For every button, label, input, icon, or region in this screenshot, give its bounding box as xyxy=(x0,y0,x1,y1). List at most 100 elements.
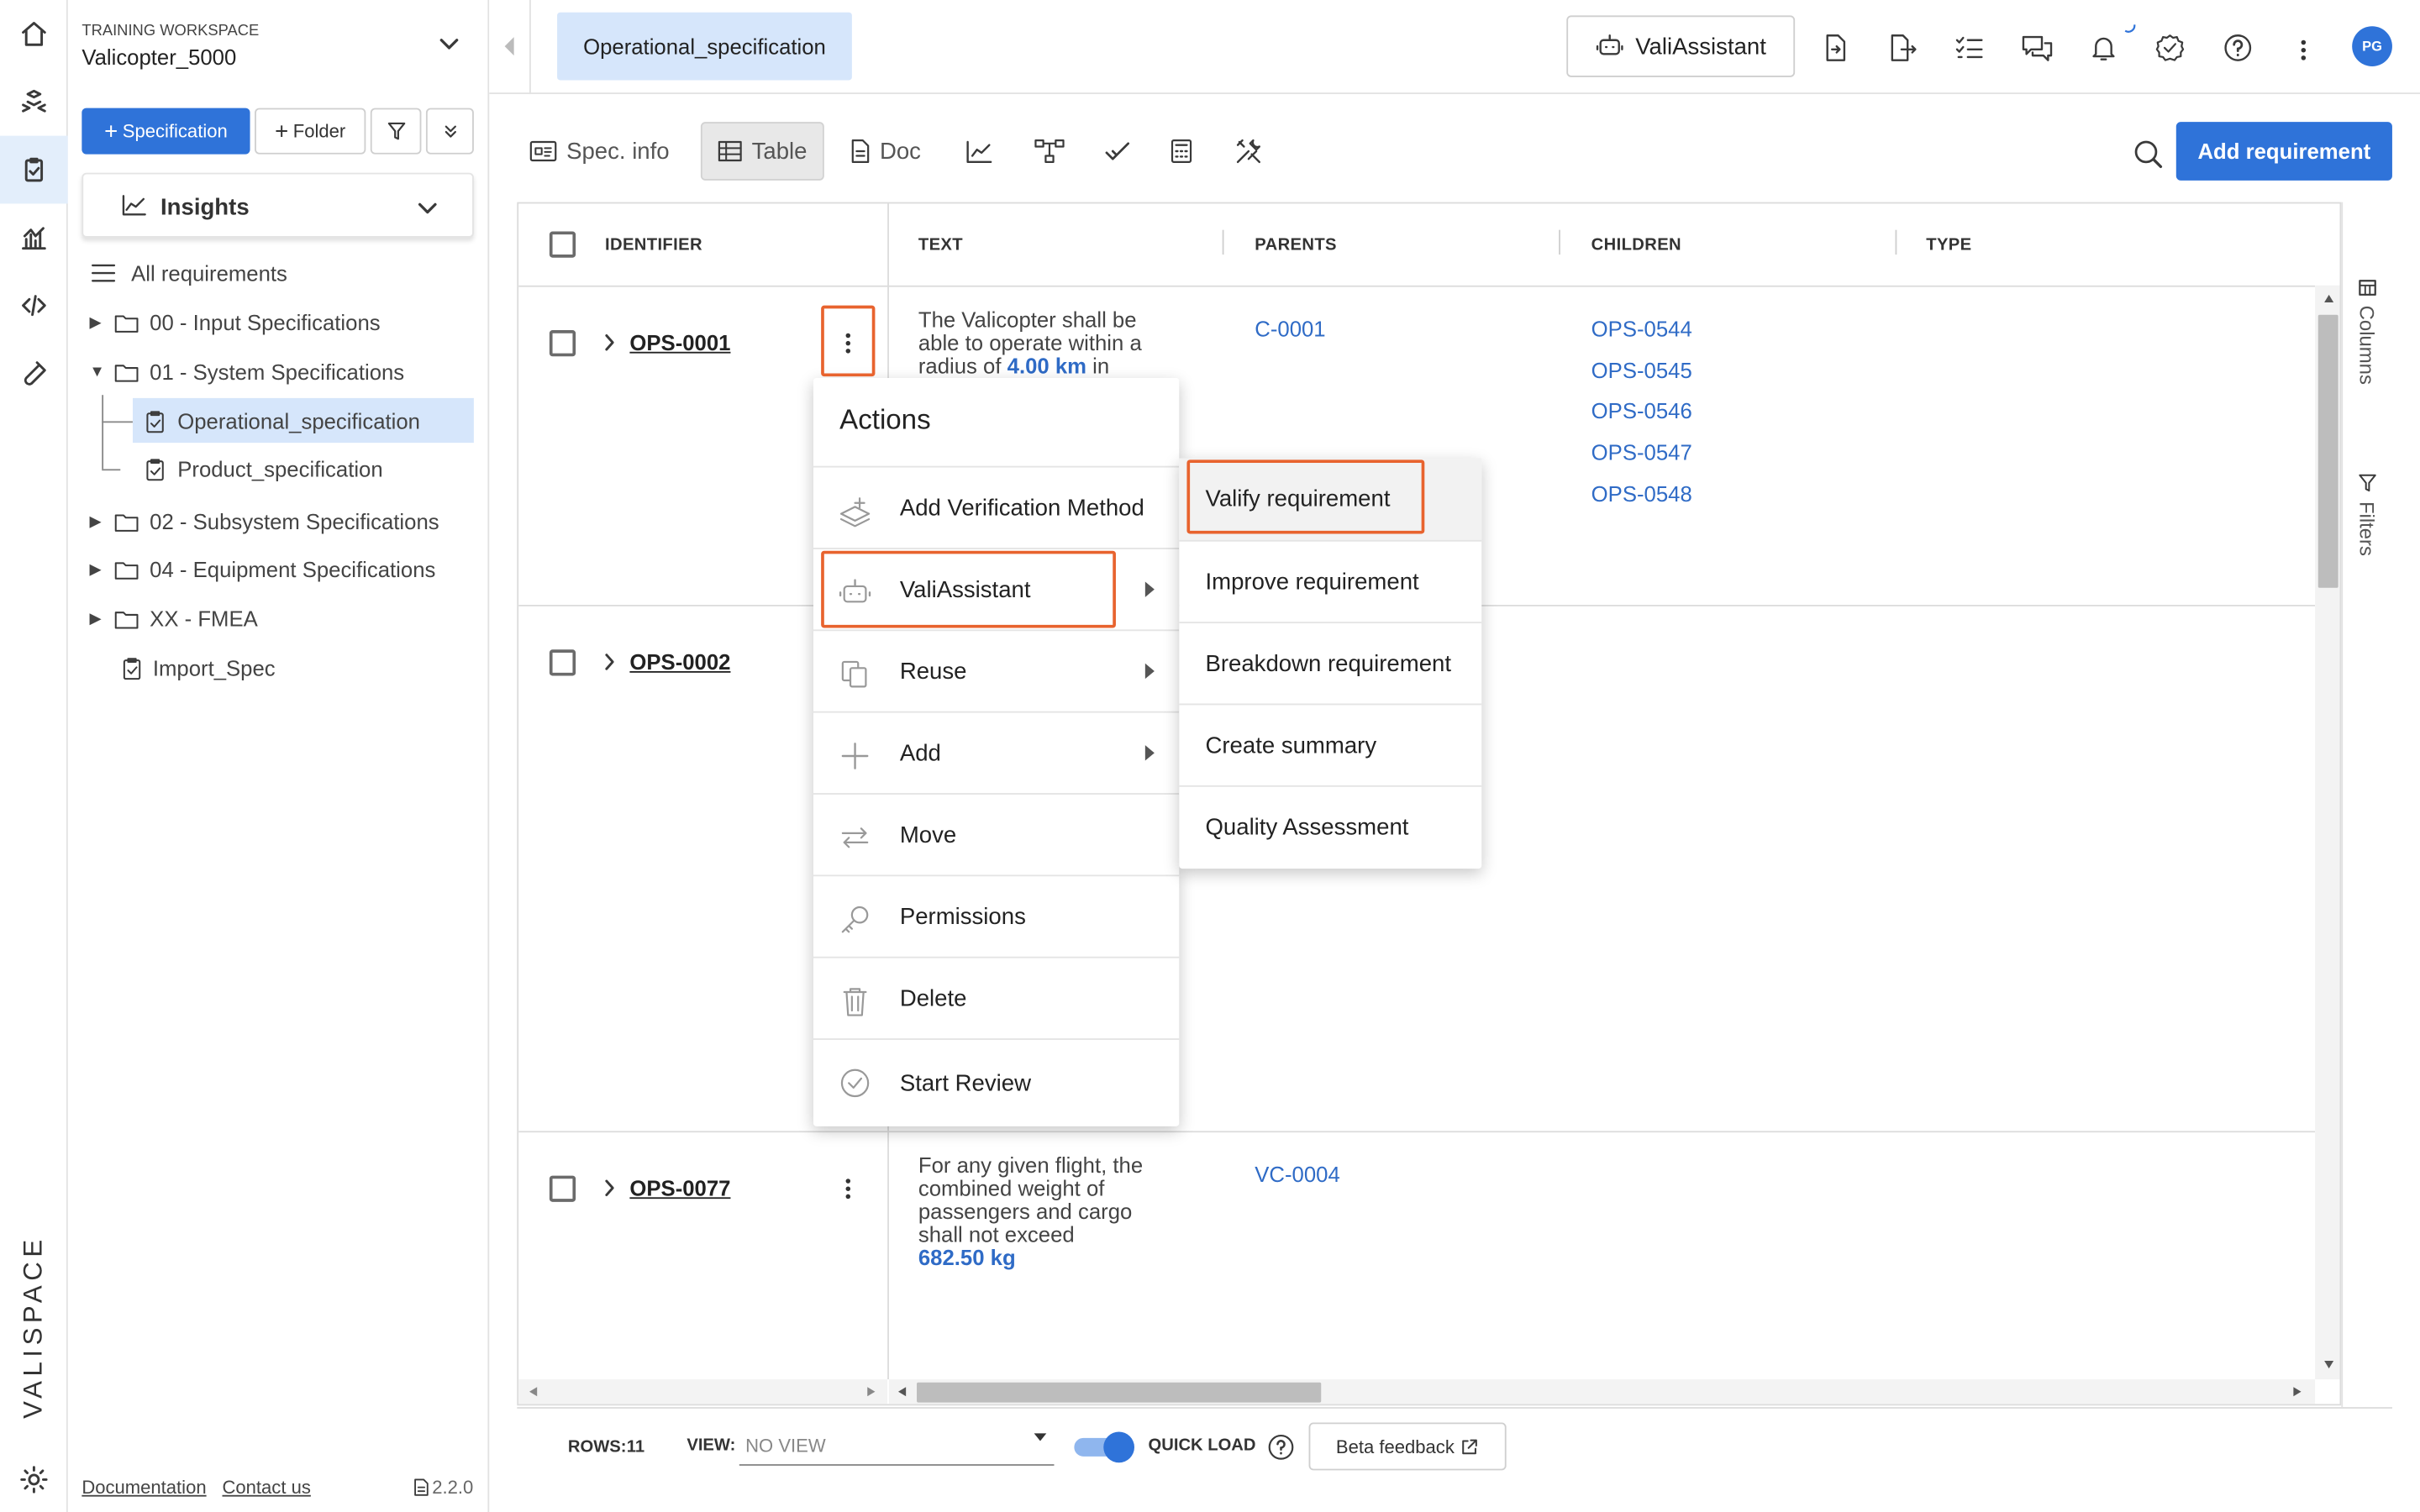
tree-item-all-requirements[interactable]: All requirements xyxy=(91,251,287,294)
menu-item-delete[interactable]: Delete xyxy=(813,956,1180,1038)
notifications-bell-icon[interactable] xyxy=(2088,33,2119,64)
columns-tab[interactable]: Columns xyxy=(2355,306,2379,385)
menu-item-move[interactable]: Move xyxy=(813,793,1180,874)
code-icon[interactable] xyxy=(0,271,68,339)
requirements-icon[interactable] xyxy=(0,135,68,204)
menu-item-permissions[interactable]: Permissions xyxy=(813,874,1180,956)
analytics-icon[interactable] xyxy=(0,203,68,271)
menu-item-start-review[interactable]: Start Review xyxy=(813,1038,1180,1126)
child-link[interactable]: OPS-0546 xyxy=(1591,398,1692,423)
spec-info-button[interactable]: Spec. info xyxy=(529,122,670,181)
expand-row-chevron-icon[interactable] xyxy=(603,1179,616,1197)
tree-item-product-specification[interactable]: Product_specification xyxy=(145,448,383,491)
horizontal-scroll-thumb[interactable] xyxy=(917,1382,1322,1403)
child-link[interactable]: OPS-0547 xyxy=(1591,439,1692,464)
components-icon[interactable] xyxy=(0,68,68,136)
add-folder-button[interactable]: + Folder xyxy=(255,108,366,155)
column-header-identifier[interactable]: IDENTIFIER xyxy=(605,236,702,255)
checklist-icon[interactable] xyxy=(1954,33,1985,64)
horizontal-scrollbar-left[interactable] xyxy=(518,1379,888,1404)
chevron-down-icon[interactable] xyxy=(439,37,460,52)
calculator-icon[interactable] xyxy=(1170,122,1193,181)
expand-caret-icon[interactable]: ▶ xyxy=(90,561,105,578)
import-file-icon[interactable] xyxy=(1820,33,1851,64)
column-header-parents[interactable]: PARENTS xyxy=(1255,236,1337,255)
insights-dropdown[interactable]: Insights xyxy=(82,172,474,238)
expand-caret-icon[interactable]: ▶ xyxy=(90,513,105,530)
select-all-checkbox[interactable] xyxy=(549,231,576,258)
expand-caret-icon[interactable]: ▶ xyxy=(90,610,105,627)
requirement-id-link[interactable]: OPS-0077 xyxy=(629,1176,730,1200)
row-actions-kebab-icon[interactable] xyxy=(845,1176,852,1202)
menu-item-add[interactable]: Add xyxy=(813,711,1180,793)
expand-row-chevron-icon[interactable] xyxy=(603,653,616,671)
tree-item-equipment-specifications[interactable]: ▶ 04 - Equipment Specifications xyxy=(90,548,436,591)
expand-row-chevron-icon[interactable] xyxy=(603,333,616,352)
submenu-item-breakdown-requirement[interactable]: Breakdown requirement xyxy=(1179,622,1482,703)
hierarchy-view-icon[interactable] xyxy=(1034,122,1065,181)
requirement-id-link[interactable]: OPS-0002 xyxy=(629,649,730,674)
column-header-type[interactable]: TYPE xyxy=(1926,236,1971,255)
valiassistant-button[interactable]: ValiAssistant xyxy=(1566,15,1796,77)
tree-item-system-specifications[interactable]: ▼ 01 - System Specifications xyxy=(90,350,405,393)
filter-button[interactable] xyxy=(370,108,422,155)
filters-tab[interactable]: Filters xyxy=(2355,501,2379,556)
columns-icon[interactable] xyxy=(2359,279,2377,296)
beta-feedback-button[interactable]: Beta feedback xyxy=(1308,1422,1507,1471)
parent-link[interactable]: C-0001 xyxy=(1255,317,1325,341)
requirement-id-link[interactable]: OPS-0001 xyxy=(629,330,730,354)
tree-item-subsystem-specifications[interactable]: ▶ 02 - Subsystem Specifications xyxy=(90,500,439,543)
help-icon[interactable] xyxy=(1267,1433,1295,1461)
parent-link[interactable]: VC-0004 xyxy=(1255,1162,1340,1186)
requirement-text[interactable]: The Valicopter shall be able to operate … xyxy=(918,308,1181,376)
help-icon[interactable] xyxy=(2223,33,2254,64)
doc-view-button[interactable]: Doc xyxy=(850,122,921,181)
vertical-scroll-thumb[interactable] xyxy=(2317,314,2338,588)
more-options-icon[interactable] xyxy=(2301,37,2307,63)
menu-item-add-verification-method[interactable]: Add Verification Method xyxy=(813,465,1180,548)
export-file-icon[interactable] xyxy=(1886,33,1917,64)
chart-view-icon[interactable] xyxy=(966,122,992,181)
review-check-icon[interactable] xyxy=(2154,33,2186,64)
view-select[interactable]: NO VIEW xyxy=(739,1425,1055,1466)
filter-icon[interactable] xyxy=(2359,474,2377,492)
row-checkbox[interactable] xyxy=(549,649,576,676)
tree-item-operational-specification[interactable]: Operational_specification xyxy=(145,400,420,443)
search-icon[interactable] xyxy=(2133,139,2164,170)
add-specification-button[interactable]: + Specification xyxy=(82,108,250,155)
collapse-caret-icon[interactable]: ▼ xyxy=(90,364,105,381)
submenu-item-improve-requirement[interactable]: Improve requirement xyxy=(1179,539,1482,622)
column-header-text[interactable]: TEXT xyxy=(918,236,963,255)
child-link[interactable]: OPS-0544 xyxy=(1591,317,1692,341)
child-link[interactable]: OPS-0545 xyxy=(1591,358,1692,382)
child-link[interactable]: OPS-0548 xyxy=(1591,481,1692,506)
expand-all-button[interactable] xyxy=(425,108,474,155)
workspace-name[interactable]: Valicopter_5000 xyxy=(82,45,236,69)
tree-item-import-spec[interactable]: Import_Spec xyxy=(122,647,276,690)
contact-us-link[interactable]: Contact us xyxy=(222,1477,310,1499)
tab-operational-specification[interactable]: Operational_specification xyxy=(557,12,852,81)
requirement-text[interactable]: For any given flight, the combined weigh… xyxy=(918,1153,1173,1270)
chat-icon[interactable] xyxy=(2020,33,2053,64)
tools-icon[interactable] xyxy=(1234,122,1262,181)
horizontal-scrollbar[interactable] xyxy=(888,1379,2316,1404)
user-avatar[interactable]: PG xyxy=(2352,26,2392,66)
column-header-children[interactable]: CHILDREN xyxy=(1591,236,1681,255)
add-requirement-button[interactable]: Add requirement xyxy=(2175,122,2392,181)
home-icon[interactable] xyxy=(0,0,68,68)
submenu-item-create-summary[interactable]: Create summary xyxy=(1179,703,1482,785)
collapse-sidebar-icon[interactable] xyxy=(502,34,517,58)
test-tube-icon[interactable] xyxy=(0,339,68,407)
row-checkbox[interactable] xyxy=(549,330,576,357)
verification-check-icon[interactable] xyxy=(1105,122,1130,181)
row-checkbox[interactable] xyxy=(549,1175,576,1202)
tree-item-fmea[interactable]: ▶ XX - FMEA xyxy=(90,597,258,640)
menu-item-reuse[interactable]: Reuse xyxy=(813,629,1180,711)
expand-caret-icon[interactable]: ▶ xyxy=(90,314,105,331)
documentation-link[interactable]: Documentation xyxy=(82,1477,206,1499)
table-view-button[interactable]: Table xyxy=(700,122,824,181)
submenu-item-quality-assessment[interactable]: Quality Assessment xyxy=(1179,785,1482,867)
settings-gear-icon[interactable] xyxy=(0,1446,68,1512)
vertical-scrollbar[interactable] xyxy=(2315,285,2340,1380)
tree-item-input-specifications[interactable]: ▶ 00 - Input Specifications xyxy=(90,301,381,344)
